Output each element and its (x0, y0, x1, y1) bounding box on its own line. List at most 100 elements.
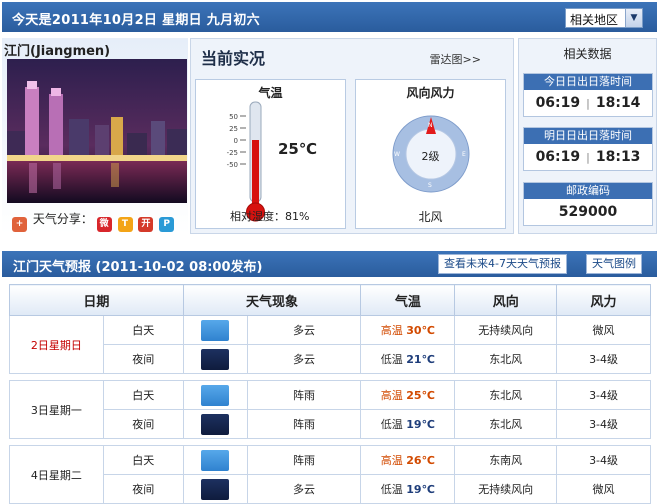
table-header-row: 日期 天气现象 气温 风向 风力 (9, 284, 651, 316)
wind-direction: 东北风 (454, 344, 558, 374)
svg-text:S: S (428, 182, 432, 189)
partly-cloudy-night-icon (201, 478, 230, 500)
forecast-date: 3日星期一 (9, 380, 104, 439)
partly-cloudy-day-icon (201, 319, 230, 341)
weather: 阵雨 (246, 409, 362, 439)
top-header-bar: 今天是2011年10月2日 星期日 九月初六 相关地区 ▼ (2, 2, 657, 32)
wind-force: 微风 (556, 315, 651, 345)
zip-box: 邮政编码 529000 (523, 182, 653, 226)
weather: 阵雨 (246, 380, 362, 410)
period: 夜间 (102, 344, 184, 374)
date-title: 今天是2011年10月2日 星期日 九月初六 (12, 13, 260, 28)
temp-value: 25℃ (406, 389, 435, 402)
today-sunrise: 06:19 (535, 95, 581, 111)
svg-text:N: N (428, 122, 433, 129)
related-title: 相关数据 (563, 47, 612, 61)
tomorrow-sun-box: 明日日出日落时间 06:19 | 18:13 (523, 127, 653, 171)
shower-day-icon (201, 449, 230, 471)
weather: 多云 (246, 474, 362, 504)
thermometer-scale: 50 25 0 -25 -50 (226, 113, 238, 169)
more-days-button[interactable]: 查看未来4-7天天气预报 (438, 254, 567, 274)
tomorrow-sunset: 18:13 (595, 149, 641, 165)
period: 白天 (102, 445, 184, 475)
col-header-wind-dir: 风向 (454, 284, 558, 316)
today-sun-label: 今日日出日落时间 (524, 74, 652, 90)
temp-label: 低温 (380, 353, 403, 366)
col-header-date: 日期 (9, 284, 184, 316)
temp-label: 低温 (380, 483, 403, 496)
temp-value: 19℃ (406, 418, 435, 431)
zip-label: 邮政编码 (524, 183, 652, 199)
city-night-photo-image (7, 59, 187, 203)
temp-value: 30℃ (406, 324, 435, 337)
forecast-title: 江门天气预报 (2011-10-02 08:00发布) (13, 260, 263, 275)
forecast-table: 日期 天气现象 气温 风向 风力 2日星期日 白天 多云 高温 30℃ 无持续风… (9, 284, 651, 504)
col-header-wind-force: 风力 (556, 284, 651, 316)
col-header-weather: 天气现象 (182, 284, 362, 316)
weibo-icon[interactable]: 微 (96, 217, 112, 232)
shower-day-icon (201, 384, 230, 406)
temp-label: 高温 (380, 324, 403, 337)
city-photo (7, 59, 187, 203)
col-header-temp: 气温 (360, 284, 456, 316)
chevron-down-icon[interactable]: ▼ (625, 9, 642, 27)
city-name: 江门(Jiangmen) (4, 44, 111, 59)
temp-label: 低温 (380, 418, 403, 431)
temp-value: 21℃ (406, 353, 435, 366)
temp-label: 高温 (380, 454, 403, 467)
plus-icon[interactable]: + (12, 217, 27, 232)
wind-force: 3-4级 (556, 344, 651, 374)
wind-direction: 东南风 (454, 445, 558, 475)
separator: | (586, 97, 590, 110)
wind-card: 风向风力 N E S W 2级 北风 (355, 79, 506, 229)
table-row: 夜间 阵雨 低温 19℃ 东北风 3-4级 (10, 409, 651, 439)
period: 白天 (102, 315, 184, 345)
forecast-date: 2日星期日 (9, 315, 104, 374)
forecast-header-bar: 江门天气预报 (2011-10-02 08:00发布) 查看未来4-7天天气预报… (2, 251, 657, 277)
wind-level: 2级 (421, 150, 440, 163)
period: 白天 (102, 380, 184, 410)
temp-value: 26℃ (406, 454, 435, 467)
table-row: 3日星期一 白天 阵雨 高温 25℃ 东北风 3-4级 (9, 380, 651, 439)
shower-night-icon (201, 413, 230, 435)
temp-value: 19℃ (406, 483, 435, 496)
share-row: + 天气分享： 微 T 开 P (12, 210, 176, 232)
zip-code: 529000 (558, 204, 618, 220)
temp-label: 高温 (380, 389, 403, 402)
wind-force: 微风 (556, 474, 651, 504)
share-label: 天气分享： (32, 212, 93, 226)
tqq-icon[interactable]: T (117, 217, 133, 232)
row-gap (9, 438, 651, 446)
wind-force: 3-4级 (556, 445, 651, 475)
current-conditions-panel: 当前实况 雷达图>> 气温 50 25 0 -25 -50 25℃ 相对湿度：81% 风… (190, 38, 514, 234)
wind-direction: 东北风 (454, 380, 558, 410)
current-temperature: 25℃ (278, 140, 318, 158)
region-select[interactable]: 相关地区 ▼ (565, 8, 643, 28)
related-data-panel: 相关数据 今日日出日落时间 06:19 | 18:14 明日日出日落时间 06:19… (518, 38, 657, 234)
wind-force: 3-4级 (556, 380, 651, 410)
wind-force: 3-4级 (556, 409, 651, 439)
wind-direction: 无持续风向 (454, 474, 558, 504)
period: 夜间 (102, 474, 184, 504)
tomorrow-sun-label: 明日日出日落时间 (524, 128, 652, 144)
radar-link[interactable]: 雷达图>> (430, 51, 481, 67)
wind-direction: 北风 (418, 210, 443, 224)
weather: 多云 (246, 344, 362, 374)
table-row: 4日星期二 白天 阵雨 高温 26℃ 东南风 3-4级 (9, 445, 651, 504)
region-select-value: 相关地区 (570, 13, 619, 27)
separator: | (586, 151, 590, 164)
tomorrow-sunrise: 06:19 (535, 149, 581, 165)
today-sunset: 18:14 (595, 95, 641, 111)
weather: 多云 (246, 315, 362, 345)
forecast-date: 4日星期二 (9, 445, 104, 504)
today-sun-box: 今日日出日落时间 06:19 | 18:14 (523, 73, 653, 117)
wind-direction: 东北风 (454, 409, 558, 439)
table-row: 2日星期日 白天 多云 高温 30℃ 无持续风向 微风 (9, 315, 651, 374)
city-panel: 江门(Jiangmen) + 天气分享： 微 T 开 P (2, 38, 188, 234)
weather-legend-button[interactable]: 天气图例 (586, 254, 642, 274)
table-row: 夜间 多云 低温 19℃ 无持续风向 微风 (10, 474, 651, 504)
partly-cloudy-night-icon (201, 348, 230, 370)
table-row: 夜间 多云 低温 21℃ 东北风 3-4级 (10, 344, 651, 374)
kaixin-icon[interactable]: 开 (138, 217, 154, 232)
renren-icon[interactable]: P (159, 217, 175, 232)
